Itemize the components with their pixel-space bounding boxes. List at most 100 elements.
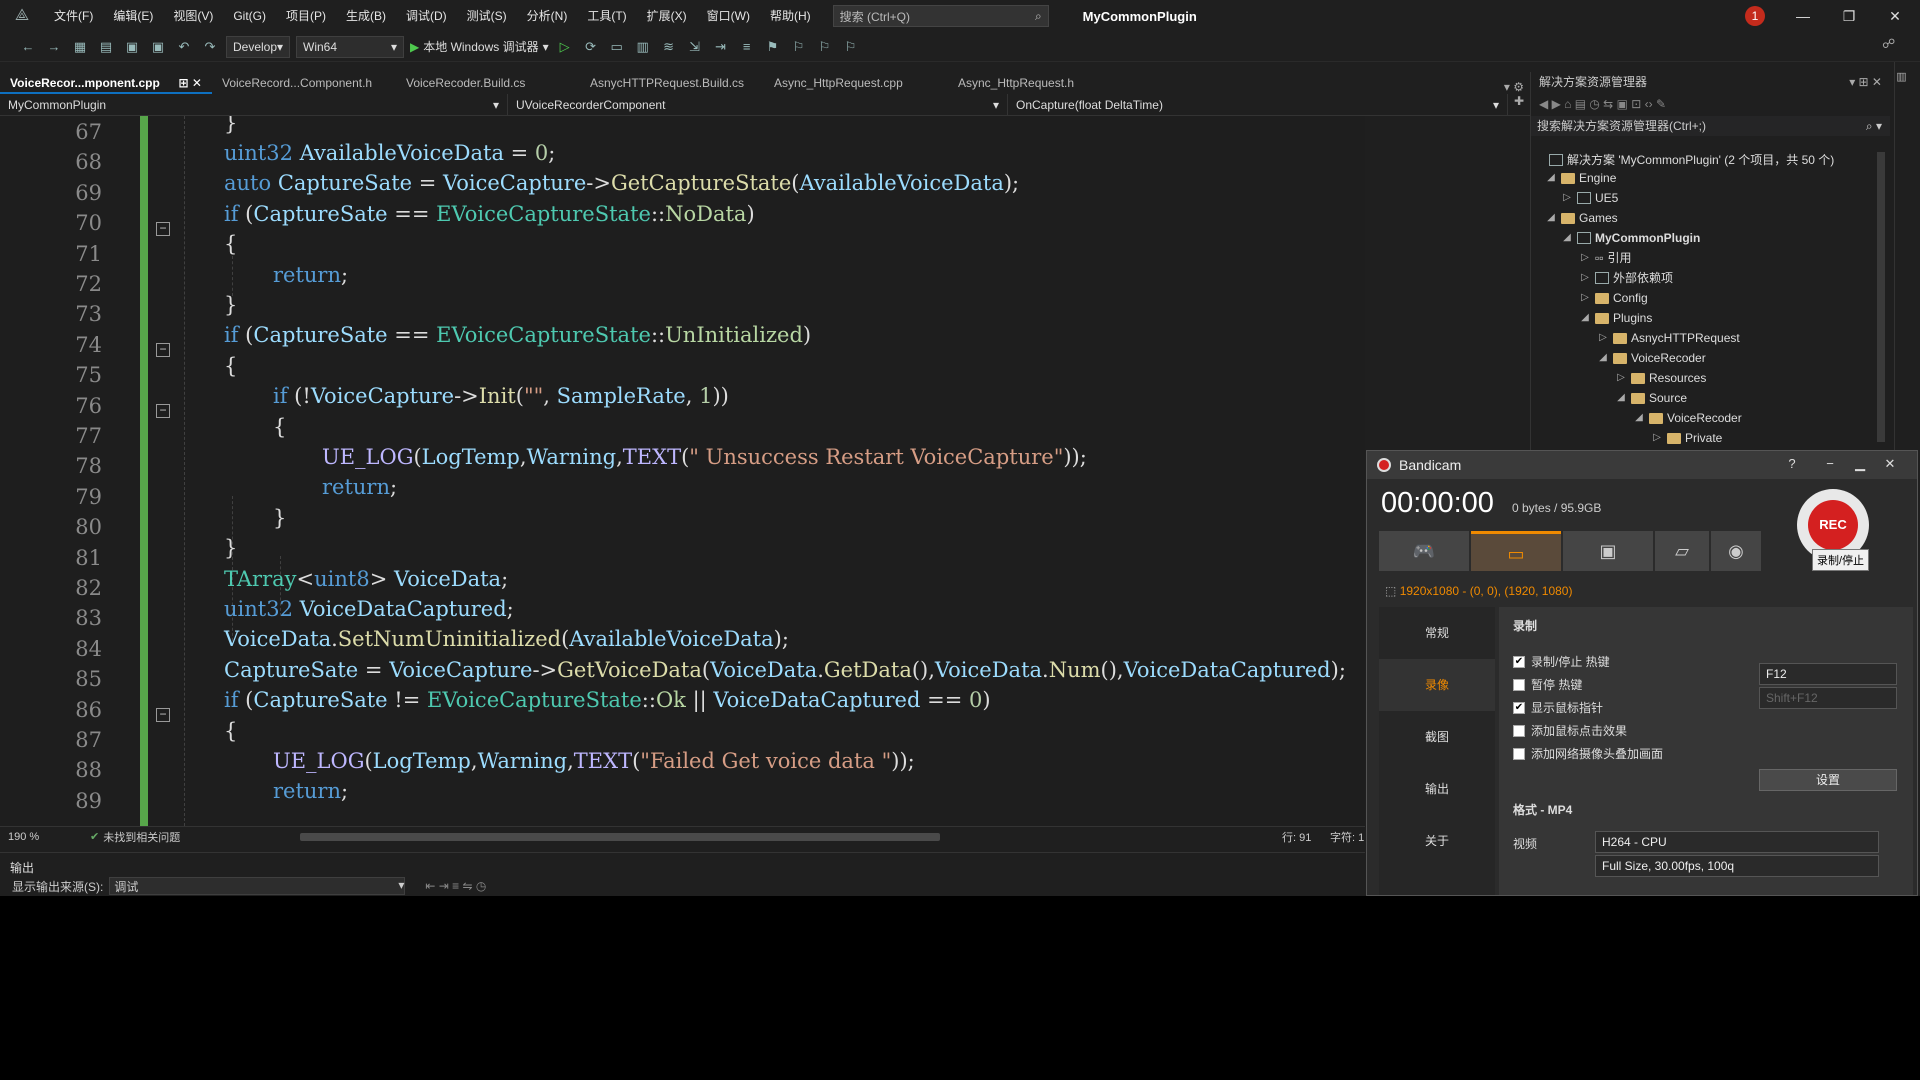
new-item-icon[interactable]: ▦ bbox=[70, 37, 90, 57]
tree-asnychttprequest[interactable]: ▷ AsnycHTTPRequest bbox=[1597, 328, 1740, 348]
pause-hotkey-field[interactable]: Shift+F12 bbox=[1759, 687, 1897, 709]
code-line[interactable]: } bbox=[224, 533, 237, 563]
code-line[interactable]: if (CaptureSate == EVoiceCaptureState::N… bbox=[224, 199, 755, 229]
bookmark-next-icon[interactable]: ⚐ bbox=[815, 37, 835, 57]
close-icon[interactable]: ✕ bbox=[1872, 0, 1918, 32]
minimize-icon[interactable]: − bbox=[1815, 451, 1845, 477]
tree-voicerecoder[interactable]: ◢ VoiceRecoder bbox=[1597, 348, 1706, 368]
tree-plugins[interactable]: ◢ Plugins bbox=[1579, 308, 1652, 328]
tree-external-deps[interactable]: ▷ 外部依赖项 bbox=[1579, 268, 1673, 288]
code-line[interactable]: VoiceData.SetNumUninitialized(AvailableV… bbox=[224, 624, 789, 654]
minimize-icon[interactable]: — bbox=[1780, 0, 1826, 32]
nav-image[interactable]: 截图 bbox=[1379, 711, 1495, 763]
code-line[interactable]: uint32 AvailableVoiceData = 0; bbox=[224, 138, 555, 168]
menu-edit[interactable]: 编辑(E) bbox=[103, 0, 163, 32]
tab-http-build-cs[interactable]: AsnycHTTPRequest.Build.cs bbox=[580, 72, 764, 94]
step-icon[interactable]: ⇲ bbox=[685, 37, 705, 57]
code-line[interactable]: { bbox=[224, 351, 237, 381]
feedback-icon[interactable]: ☍ bbox=[1882, 36, 1902, 56]
project-dropdown[interactable]: MyCommonPlugin ▾ bbox=[0, 94, 508, 116]
browse-icon[interactable]: ▭ bbox=[607, 37, 627, 57]
check-webcam-overlay[interactable]: 添加网络摄像头叠加画面 bbox=[1513, 742, 1899, 765]
tree-solution[interactable]: 解决方案 'MyCommonPlugin' (2 个项目，共 50 个) bbox=[1549, 150, 1834, 170]
issues-status[interactable]: 未找到相关问题 bbox=[99, 829, 180, 845]
code-line[interactable]: return; bbox=[273, 260, 348, 290]
tab-build-cs[interactable]: VoiceRecoder.Build.cs bbox=[396, 72, 580, 94]
method-dropdown[interactable]: OnCapture(float DeltaTime) ▾ bbox=[1008, 94, 1508, 116]
zoom-level[interactable]: 190 % bbox=[0, 831, 70, 843]
code-line[interactable]: UE_LOG(LogTemp,Warning,TEXT(" Unsuccess … bbox=[322, 442, 1087, 472]
nav-about[interactable]: 关于 bbox=[1379, 815, 1495, 867]
record-hotkey-field[interactable]: F12 bbox=[1759, 663, 1897, 685]
indent-icon[interactable]: ⇥ bbox=[711, 37, 731, 57]
menu-debug[interactable]: 调试(D) bbox=[396, 0, 457, 32]
checkbox[interactable] bbox=[1513, 724, 1525, 737]
undo-icon[interactable]: ↶ bbox=[174, 37, 194, 57]
class-dropdown[interactable]: UVoiceRecorderComponent ▾ bbox=[508, 94, 1008, 116]
output-tools-icon[interactable]: ⇤ ⇥ ≡ ⇋ ◷ bbox=[411, 879, 486, 893]
bookmark-clear-icon[interactable]: ⚐ bbox=[841, 37, 861, 57]
checkbox[interactable] bbox=[1513, 678, 1525, 691]
hdmi-mode-icon[interactable]: ▣ bbox=[1563, 531, 1653, 571]
tree-voicerecoder-src[interactable]: ◢ VoiceRecoder bbox=[1633, 408, 1742, 428]
tree-mycommonplugin[interactable]: ◢ MyCommonPlugin bbox=[1561, 228, 1700, 248]
tree-private[interactable]: ▷ Private bbox=[1651, 428, 1722, 448]
checkbox[interactable] bbox=[1513, 747, 1525, 760]
menu-window[interactable]: 窗口(W) bbox=[697, 0, 760, 32]
collapse-icon[interactable]: − bbox=[156, 343, 170, 357]
nav-video[interactable]: 录像 bbox=[1379, 659, 1495, 711]
code-line[interactable]: } bbox=[224, 290, 237, 320]
save-icon[interactable]: ▣ bbox=[122, 37, 142, 57]
se-toolbar-icons[interactable]: ◀ ▶ ⌂ ▤ ◷ ⇆ ▣ ⊡ ‹› ✎ bbox=[1539, 97, 1666, 111]
code-line[interactable]: } bbox=[273, 503, 286, 533]
menu-build[interactable]: 生成(B) bbox=[336, 0, 396, 32]
tree-config[interactable]: ▷ Config bbox=[1579, 288, 1648, 308]
redo-icon[interactable]: ↷ bbox=[200, 37, 220, 57]
layout-icon[interactable]: ▥ bbox=[633, 37, 653, 57]
collapse-icon[interactable]: − bbox=[156, 708, 170, 722]
bookmark-prev-icon[interactable]: ⚐ bbox=[789, 37, 809, 57]
back-icon[interactable]: ← bbox=[18, 37, 38, 57]
minimize-tray-icon[interactable]: ▁ bbox=[1845, 451, 1875, 477]
se-search-input[interactable]: 搜索解决方案资源管理器(Ctrl+;) ⌕ ▾ bbox=[1531, 116, 1890, 136]
output-source-select[interactable]: 调试 ▾ bbox=[109, 877, 406, 895]
tree-resources[interactable]: ▷ Resources bbox=[1615, 368, 1706, 388]
menu-file[interactable]: 文件(F) bbox=[44, 0, 103, 32]
code-line[interactable]: return; bbox=[273, 776, 348, 806]
notification-badge[interactable]: 1 bbox=[1745, 6, 1765, 26]
code-line[interactable]: { bbox=[224, 229, 237, 259]
pin-icon[interactable]: ⊞ ✕ bbox=[179, 72, 202, 92]
menu-help[interactable]: 帮助(H) bbox=[760, 0, 821, 32]
tab-overflow-icon[interactable]: ▾ ⚙ bbox=[1132, 80, 1530, 94]
comment-icon[interactable]: ≡ bbox=[737, 37, 757, 57]
check-click-effect[interactable]: 添加鼠标点击效果 bbox=[1513, 719, 1899, 742]
spell-icon[interactable]: ≋ bbox=[659, 37, 679, 57]
panel-controls-icon[interactable]: ▾ ⊞ ✕ bbox=[1849, 72, 1882, 92]
code-line[interactable]: TArray<uint8> VoiceData; bbox=[224, 564, 508, 594]
properties-icon[interactable]: ▥ bbox=[1895, 62, 1908, 83]
code-line[interactable]: if (CaptureSate != EVoiceCaptureState::O… bbox=[224, 685, 991, 715]
settings-button[interactable]: 设置 bbox=[1759, 769, 1897, 791]
tab-http-h[interactable]: Async_HttpRequest.h bbox=[948, 72, 1132, 94]
menu-tools[interactable]: 工具(T) bbox=[577, 0, 636, 32]
code-line[interactable]: { bbox=[224, 716, 237, 746]
video-quality-field[interactable]: Full Size, 30.00fps, 100q bbox=[1595, 855, 1879, 877]
config-select[interactable]: Develop ▾ bbox=[226, 35, 290, 58]
split-icon[interactable]: ✚ bbox=[1508, 94, 1530, 115]
video-codec-field[interactable]: H264 - CPU bbox=[1595, 831, 1879, 853]
nav-general[interactable]: 常规 bbox=[1379, 607, 1495, 659]
menu-git[interactable]: Git(G) bbox=[223, 0, 276, 32]
horizontal-scrollbar[interactable] bbox=[300, 833, 940, 841]
tab-http-cpp[interactable]: Async_HttpRequest.cpp bbox=[764, 72, 948, 94]
start-debug-button[interactable]: ▶ 本地 Windows 调试器 ▾ bbox=[410, 38, 549, 55]
se-scrollbar[interactable] bbox=[1877, 152, 1885, 442]
help-icon[interactable]: ? bbox=[1777, 451, 1807, 477]
code-line[interactable]: return; bbox=[322, 472, 397, 502]
code-line[interactable]: if (CaptureSate == EVoiceCaptureState::U… bbox=[224, 320, 811, 350]
platform-select[interactable]: Win64 ▾ bbox=[296, 35, 404, 58]
code-line[interactable]: CaptureSate = VoiceCapture->GetVoiceData… bbox=[224, 655, 1346, 685]
capture-region[interactable]: ⬚ 1920x1080 - (0, 0), (1920, 1080) bbox=[1379, 579, 1909, 603]
code-line[interactable]: uint32 VoiceDataCaptured; bbox=[224, 594, 514, 624]
game-mode-icon[interactable]: 🎮 bbox=[1379, 531, 1469, 571]
code-line[interactable]: auto CaptureSate = VoiceCapture->GetCapt… bbox=[224, 168, 1019, 198]
